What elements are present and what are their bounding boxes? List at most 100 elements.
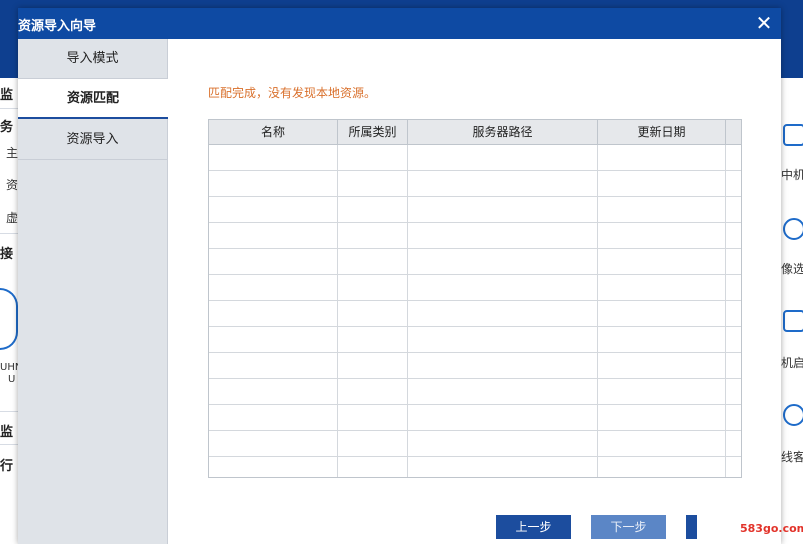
step-resource-match[interactable]: 资源匹配 (18, 79, 168, 119)
bg-fragment: 机启 (781, 356, 803, 370)
table-cell (408, 379, 598, 404)
table-cell (408, 431, 598, 456)
disc-icon (783, 218, 803, 240)
import-wizard-dialog: 资源导入向导 ✕ 导入模式 资源匹配 资源导入 匹配完成，没有发现本地资源。 名… (18, 8, 781, 544)
wizard-content: 匹配完成，没有发现本地资源。 名称 所属类别 服务器路径 更新日期 上一步 下一… (168, 39, 781, 544)
table-row[interactable] (209, 171, 741, 197)
table-cell (408, 353, 598, 378)
table-cell (408, 405, 598, 430)
prev-button[interactable]: 上一步 (496, 515, 571, 539)
bg-fragment: 监 (0, 88, 14, 103)
column-header-server-path[interactable]: 服务器路径 (408, 120, 598, 144)
table-cell (598, 145, 726, 170)
table-row[interactable] (209, 405, 741, 431)
table-cell (408, 145, 598, 170)
background-left-panel: 页 监 务 主 资 虚 接 UHN U 监 行 (0, 78, 19, 544)
table-cell (338, 457, 408, 477)
machine-icon (783, 310, 803, 332)
table-row[interactable] (209, 249, 741, 275)
step-import-mode[interactable]: 导入模式 (18, 39, 167, 79)
table-cell (408, 223, 598, 248)
table-cell (209, 431, 338, 456)
table-row[interactable] (209, 379, 741, 405)
table-cell (209, 301, 338, 326)
bg-fragment: UHN (0, 362, 18, 373)
table-cell (338, 223, 408, 248)
table-cell (338, 379, 408, 404)
bg-fragment: U (8, 374, 16, 385)
headset-icon (783, 404, 803, 426)
table-cell (408, 275, 598, 300)
wizard-steps: 导入模式 资源匹配 资源导入 (18, 39, 168, 544)
table-cell (598, 405, 726, 430)
table-cell (598, 327, 726, 352)
table-cell (598, 275, 726, 300)
bg-fragment: 务 (0, 120, 14, 135)
resource-table: 名称 所属类别 服务器路径 更新日期 (208, 119, 742, 478)
table-cell (408, 457, 598, 477)
table-cell (338, 431, 408, 456)
divider (0, 411, 18, 412)
table-cell (338, 405, 408, 430)
table-cell (598, 353, 726, 378)
table-row[interactable] (209, 353, 741, 379)
divider (0, 108, 18, 109)
table-row[interactable] (209, 457, 741, 477)
table-row[interactable] (209, 197, 741, 223)
table-row[interactable] (209, 145, 741, 171)
dialog-titlebar: 资源导入向导 ✕ (18, 8, 781, 39)
table-cell (408, 197, 598, 222)
table-cell (209, 353, 338, 378)
column-header-update-date[interactable]: 更新日期 (598, 120, 726, 144)
next-button[interactable]: 下一步 (591, 515, 666, 539)
table-row[interactable] (209, 327, 741, 353)
table-cell (209, 275, 338, 300)
table-cell (598, 171, 726, 196)
partial-button[interactable] (686, 515, 697, 539)
table-cell (598, 457, 726, 477)
table-cell (338, 327, 408, 352)
column-header-category[interactable]: 所属类别 (338, 120, 408, 144)
table-cell (598, 379, 726, 404)
table-cell (338, 171, 408, 196)
table-cell (408, 171, 598, 196)
table-row[interactable] (209, 275, 741, 301)
table-cell (338, 353, 408, 378)
step-resource-import[interactable]: 资源导入 (18, 120, 167, 160)
table-cell (338, 301, 408, 326)
table-cell (408, 301, 598, 326)
table-cell (209, 171, 338, 196)
table-cell (598, 223, 726, 248)
divider (0, 444, 18, 445)
table-row[interactable] (209, 301, 741, 327)
bg-fragment: 监 (0, 425, 14, 440)
table-cell (338, 249, 408, 274)
table-cell (209, 327, 338, 352)
close-icon[interactable]: ✕ (753, 12, 775, 34)
table-cell (598, 197, 726, 222)
table-row[interactable] (209, 223, 741, 249)
server-icon (0, 288, 18, 350)
bg-fragment: 主 (6, 146, 18, 160)
bg-fragment: 接 (0, 247, 14, 262)
table-cell (209, 379, 338, 404)
table-cell (598, 249, 726, 274)
table-cell (338, 197, 408, 222)
network-icon (783, 124, 803, 146)
table-cell (408, 249, 598, 274)
bg-fragment: 像选 (781, 262, 803, 276)
bg-fragment: 虚 (6, 211, 18, 225)
table-cell (598, 301, 726, 326)
status-message: 匹配完成，没有发现本地资源。 (208, 86, 377, 100)
bg-fragment: 线客 (781, 450, 803, 464)
table-cell (209, 223, 338, 248)
table-cell (209, 405, 338, 430)
divider (0, 233, 18, 234)
column-header-name[interactable]: 名称 (209, 120, 338, 144)
table-row[interactable] (209, 431, 741, 457)
table-cell (338, 275, 408, 300)
table-cell (209, 457, 338, 477)
table-cell (408, 327, 598, 352)
table-cell (209, 249, 338, 274)
table-cell (598, 431, 726, 456)
